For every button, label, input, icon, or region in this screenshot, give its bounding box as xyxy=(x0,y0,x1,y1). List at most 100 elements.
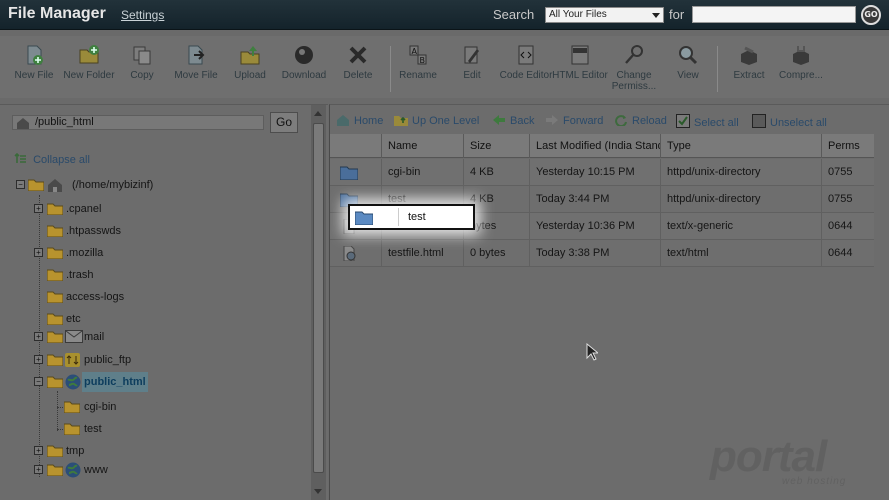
unselect-all-link[interactable]: Unselect all xyxy=(752,114,827,129)
expand-toggle[interactable]: + xyxy=(34,355,43,364)
search-scope-value: All Your Files xyxy=(549,9,607,20)
search-input[interactable] xyxy=(692,6,856,23)
expand-toggle[interactable]: + xyxy=(34,332,43,341)
view-button[interactable]: View xyxy=(659,44,717,81)
tree-item-tmp[interactable]: + tmp xyxy=(32,441,302,461)
scroll-down-icon[interactable] xyxy=(314,489,322,494)
path-input[interactable]: /public_html xyxy=(12,115,264,130)
html-editor-button[interactable]: HTML Editor xyxy=(551,44,609,81)
drag-ghost-item[interactable]: test xyxy=(348,204,475,230)
search-go-button[interactable]: GO xyxy=(861,5,881,25)
extract-icon xyxy=(741,46,757,65)
expand-toggle[interactable]: + xyxy=(34,204,43,213)
tree-item-label: cgi-bin xyxy=(84,401,117,413)
tree-item-mail[interactable]: + mail xyxy=(32,327,302,347)
tree-item-test[interactable]: test xyxy=(64,419,304,439)
column-header-modified[interactable]: Last Modified (India Standard Time) xyxy=(529,134,660,158)
row-perms[interactable]: 0644 xyxy=(821,240,874,267)
copy-button[interactable]: Copy xyxy=(113,44,171,81)
tree-item-access-logs[interactable]: access-logs xyxy=(32,287,302,307)
code-editor-icon xyxy=(518,45,534,65)
upload-button[interactable]: Upload xyxy=(221,44,279,81)
folder-icon xyxy=(47,445,63,457)
checkbox-checked-icon xyxy=(676,114,690,128)
tree-item-etc[interactable]: etc xyxy=(32,309,302,329)
scroll-thumb[interactable] xyxy=(313,123,324,473)
home-link[interactable]: Home xyxy=(336,114,383,127)
row-name[interactable]: testfile.html xyxy=(381,240,463,267)
tree-item-cgi-bin[interactable]: cgi-bin xyxy=(64,397,304,417)
column-header-size[interactable]: Size xyxy=(463,134,529,158)
tree-item-cpanel[interactable]: + .cpanel xyxy=(32,199,302,219)
folder-icon xyxy=(64,423,80,435)
row-name[interactable]: cgi-bin xyxy=(381,159,463,186)
rename-button[interactable]: AB Rename xyxy=(389,44,447,81)
row-perms[interactable]: 0644 xyxy=(821,213,874,240)
scroll-up-icon[interactable] xyxy=(314,111,322,116)
row-type: text/html xyxy=(660,240,821,267)
download-button[interactable]: Download xyxy=(275,44,333,81)
navigation-bar: Home Up One Level Back Forward Reload Se… xyxy=(330,105,889,134)
path-go-button[interactable]: Go xyxy=(270,112,298,133)
for-label: for xyxy=(669,7,685,22)
table-row[interactable]: testfile.html 0 bytes Today 3:38 PM text… xyxy=(330,240,874,267)
watermark-brand: portal xyxy=(710,432,827,481)
tree-item-htpasswds[interactable]: .htpasswds xyxy=(32,221,302,241)
ftp-icon xyxy=(65,353,80,367)
row-modified: Yesterday 10:36 PM xyxy=(529,213,660,240)
tool-label: New File xyxy=(14,70,54,81)
tool-label: Copy xyxy=(130,70,154,81)
collapse-icon xyxy=(14,153,26,163)
expand-toggle[interactable]: + xyxy=(34,465,43,474)
column-header-type[interactable]: Type xyxy=(660,134,821,158)
tree-item-mozilla[interactable]: + .mozilla xyxy=(32,243,302,263)
collapse-toggle[interactable]: − xyxy=(16,180,25,189)
search-scope-select[interactable]: All Your Files xyxy=(545,7,664,23)
edit-icon xyxy=(464,46,479,64)
select-all-link[interactable]: Select all xyxy=(676,114,739,129)
change-permissions-button[interactable]: Change Permiss... xyxy=(605,44,663,92)
column-header-name[interactable]: Name xyxy=(381,134,463,158)
move-file-button[interactable]: Move File xyxy=(167,44,225,81)
tree-item-root[interactable]: − (/home/mybizinf) xyxy=(14,175,304,195)
tree-scrollbar[interactable] xyxy=(311,105,326,500)
expand-toggle[interactable]: + xyxy=(34,446,43,455)
reload-link[interactable]: Reload xyxy=(614,114,667,127)
new-folder-button[interactable]: New Folder xyxy=(60,44,118,81)
tree-item-label: .htpasswds xyxy=(66,225,122,237)
tree-item-public-html[interactable]: − public_html xyxy=(32,372,302,392)
code-editor-button[interactable]: Code Editor xyxy=(497,44,555,81)
row-perms[interactable]: 0755 xyxy=(821,186,874,213)
collapse-all-link[interactable]: Collapse all xyxy=(14,153,90,166)
tree-item-www[interactable]: + www xyxy=(32,460,302,480)
tree-item-public-ftp[interactable]: + public_ftp xyxy=(32,350,302,370)
row-perms[interactable]: 0755 xyxy=(821,159,874,186)
column-header-perms[interactable]: Perms xyxy=(821,134,874,158)
settings-link[interactable]: Settings xyxy=(121,8,164,22)
tree-item-trash[interactable]: .trash xyxy=(32,265,302,285)
delete-button[interactable]: Delete xyxy=(329,44,387,81)
delete-icon xyxy=(349,46,367,64)
tool-label: Compre... xyxy=(779,70,823,81)
expand-toggle[interactable]: + xyxy=(34,248,43,257)
home-icon xyxy=(17,118,29,129)
home-label: Home xyxy=(354,115,384,127)
tree-item-label: (/home/mybizinf) xyxy=(72,179,154,191)
extract-button[interactable]: Extract xyxy=(720,44,778,81)
collapse-toggle[interactable]: − xyxy=(34,377,43,386)
tree-item-label: access-logs xyxy=(66,291,125,303)
compress-button[interactable]: Compre... xyxy=(772,44,830,81)
new-file-button[interactable]: New File xyxy=(5,44,63,81)
folder-icon xyxy=(47,464,63,476)
back-link[interactable]: Back xyxy=(492,114,534,127)
folder-icon xyxy=(340,166,358,180)
edit-button[interactable]: Edit xyxy=(443,44,501,81)
new-file-icon xyxy=(27,45,43,65)
up-one-level-link[interactable]: Up One Level xyxy=(394,114,479,127)
rename-icon: AB xyxy=(409,45,427,65)
folder-icon xyxy=(47,354,63,366)
folder-icon xyxy=(47,313,63,325)
table-row[interactable]: cgi-bin 4 KB Yesterday 10:15 PM httpd/un… xyxy=(330,159,874,186)
forward-link[interactable]: Forward xyxy=(545,114,603,127)
globe-icon xyxy=(65,374,81,390)
